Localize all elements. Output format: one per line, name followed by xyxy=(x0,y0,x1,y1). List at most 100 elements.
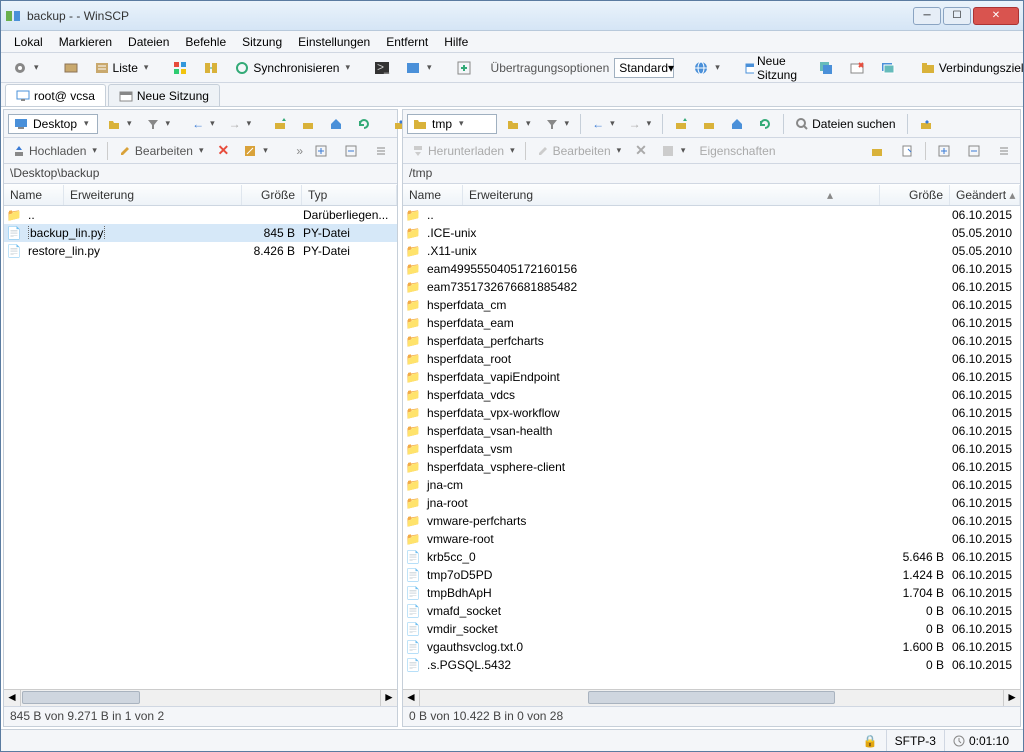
local-up-button[interactable] xyxy=(268,113,292,135)
sessions-list-button[interactable] xyxy=(875,57,901,79)
expand-icon[interactable]: » xyxy=(296,144,303,158)
local-filter-button[interactable] xyxy=(141,113,176,135)
remote-edit-button[interactable]: Bearbeiten xyxy=(532,143,626,159)
menu-sitzung[interactable]: Sitzung xyxy=(235,32,289,52)
folder-row[interactable]: 📁hsperfdata_eam06.10.2015 xyxy=(403,314,1020,332)
remote-rename-button[interactable] xyxy=(657,143,690,159)
folder-row[interactable]: 📁.X11-unix05.05.2010 xyxy=(403,242,1020,260)
folder-row[interactable]: 📁hsperfdata_vdcs06.10.2015 xyxy=(403,386,1020,404)
remote-newlink-button[interactable] xyxy=(895,140,919,162)
local-hscroll[interactable]: ◄► xyxy=(4,689,397,706)
verbindungsziele-button[interactable]: Verbindungsziele xyxy=(915,57,1024,79)
folder-row[interactable]: 📁hsperfdata_vsm06.10.2015 xyxy=(403,440,1020,458)
remote-list-toggle[interactable] xyxy=(992,140,1016,162)
local-props-button[interactable] xyxy=(239,143,272,159)
menu-befehle[interactable]: Befehle xyxy=(178,32,233,52)
queue-button[interactable] xyxy=(451,57,477,79)
remote-file-list[interactable]: 📁 .. 06.10.2015 📁.ICE-unix05.05.2010📁.X1… xyxy=(403,206,1020,689)
globe-button[interactable] xyxy=(688,57,725,79)
local-delete-button[interactable]: ✕ xyxy=(213,141,233,160)
folder-row[interactable]: 📁jna-root06.10.2015 xyxy=(403,494,1020,512)
menu-hilfe[interactable]: Hilfe xyxy=(437,32,475,52)
folder-row[interactable]: 📁hsperfdata_vpx-workflow06.10.2015 xyxy=(403,404,1020,422)
folder-row[interactable]: 📁.ICE-unix05.05.2010 xyxy=(403,224,1020,242)
file-row[interactable]: 📄backup_lin.py845 BPY-Datei xyxy=(4,224,397,242)
remote-bookmark-button[interactable] xyxy=(914,113,938,135)
console-button[interactable]: >_ xyxy=(369,57,395,79)
menu-dateien[interactable]: Dateien xyxy=(121,32,176,52)
folder-row[interactable]: 📁vmware-perfcharts06.10.2015 xyxy=(403,512,1020,530)
remote-refresh-button[interactable] xyxy=(753,113,777,135)
tab-session[interactable]: root@ vcsa xyxy=(5,84,106,106)
local-file-list[interactable]: 📁 .. Darüberliegen... 📄backup_lin.py845 … xyxy=(4,206,397,689)
local-fwd-button[interactable]: → xyxy=(224,113,257,135)
terminal-button[interactable] xyxy=(400,57,437,79)
remote-hscroll[interactable]: ◄► xyxy=(403,689,1020,706)
transfer-preset-select[interactable]: Standard▾ xyxy=(614,58,674,78)
menu-markieren[interactable]: Markieren xyxy=(52,32,119,52)
local-edit-button[interactable]: Bearbeiten xyxy=(114,143,208,159)
remote-open-button[interactable] xyxy=(501,113,536,135)
dup-session-button[interactable] xyxy=(813,57,839,79)
folder-row[interactable]: 📁eam499555040517216015606.10.2015 xyxy=(403,260,1020,278)
file-row[interactable]: 📄vmdir_socket0 B06.10.2015 xyxy=(403,620,1020,638)
folder-row[interactable]: 📁hsperfdata_vsan-health06.10.2015 xyxy=(403,422,1020,440)
maximize-button[interactable]: ☐ xyxy=(943,7,971,25)
parent-dir-row[interactable]: 📁 .. 06.10.2015 xyxy=(403,206,1020,224)
remote-plus-button[interactable] xyxy=(932,140,956,162)
local-refresh-button[interactable] xyxy=(352,113,376,135)
remote-root-button[interactable] xyxy=(697,113,721,135)
folder-row[interactable]: 📁eam735173267668188548206.10.2015 xyxy=(403,278,1020,296)
remote-list-header[interactable]: Name Erweiterung▴ Größe Geändert ▴ xyxy=(403,184,1020,206)
local-root-button[interactable] xyxy=(296,113,320,135)
minimize-button[interactable]: ─ xyxy=(913,7,941,25)
compare-button[interactable] xyxy=(198,57,224,79)
folder-row[interactable]: 📁hsperfdata_perfcharts06.10.2015 xyxy=(403,332,1020,350)
liste-button[interactable]: Liste xyxy=(89,57,154,79)
file-row[interactable]: 📄krb5cc_05.646 B06.10.2015 xyxy=(403,548,1020,566)
remote-minus-button[interactable] xyxy=(962,140,986,162)
folder-row[interactable]: 📁jna-cm06.10.2015 xyxy=(403,476,1020,494)
local-list-header[interactable]: Name Erweiterung Größe Typ xyxy=(4,184,397,206)
remote-delete-button[interactable]: ✕ xyxy=(631,141,651,160)
folder-row[interactable]: 📁hsperfdata_cm06.10.2015 xyxy=(403,296,1020,314)
neue-sitzung-button[interactable]: Neue Sitzung xyxy=(739,57,808,79)
remote-props-button[interactable]: Eigenschaften xyxy=(695,143,779,159)
folder-row[interactable]: 📁hsperfdata_vapiEndpoint06.10.2015 xyxy=(403,368,1020,386)
folder-row[interactable]: 📁hsperfdata_root06.10.2015 xyxy=(403,350,1020,368)
file-row[interactable]: 📄vmafd_socket0 B06.10.2015 xyxy=(403,602,1020,620)
select-all-button[interactable] xyxy=(167,57,193,79)
download-button[interactable]: Herunterladen xyxy=(407,143,519,159)
local-plus-button[interactable] xyxy=(309,140,333,162)
file-row[interactable]: 📄tmpBdhApH1.704 B06.10.2015 xyxy=(403,584,1020,602)
remote-newfolder-button[interactable] xyxy=(865,140,889,162)
remote-home-button[interactable] xyxy=(725,113,749,135)
file-row[interactable]: 📄restore_lin.py8.426 BPY-Datei xyxy=(4,242,397,260)
close-session-button[interactable] xyxy=(844,57,870,79)
menu-lokal[interactable]: Lokal xyxy=(7,32,50,52)
close-button[interactable]: ✕ xyxy=(973,7,1019,25)
file-row[interactable]: 📄.s.PGSQL.54320 B06.10.2015 xyxy=(403,656,1020,674)
upload-button[interactable]: Hochladen xyxy=(8,143,101,159)
local-open-button[interactable] xyxy=(102,113,137,135)
local-minus-button[interactable] xyxy=(339,140,363,162)
file-row[interactable]: 📄tmp7oD5PD1.424 B06.10.2015 xyxy=(403,566,1020,584)
file-row[interactable]: 📄vgauthsvclog.txt.01.600 B06.10.2015 xyxy=(403,638,1020,656)
sync-button[interactable]: Synchronisieren xyxy=(229,57,355,79)
remote-back-button[interactable]: ← xyxy=(587,113,620,135)
local-home-button[interactable] xyxy=(324,113,348,135)
local-drive-select[interactable]: Desktop xyxy=(8,114,98,134)
tab-new-session[interactable]: Neue Sitzung xyxy=(108,84,220,106)
remote-filter-button[interactable] xyxy=(540,113,575,135)
folder-row[interactable]: 📁vmware-root06.10.2015 xyxy=(403,530,1020,548)
local-list-toggle[interactable] xyxy=(369,140,393,162)
remote-drive-select[interactable]: tmp xyxy=(407,114,497,134)
remote-up-button[interactable] xyxy=(669,113,693,135)
remote-find-button[interactable]: Dateien suchen xyxy=(790,113,900,135)
remote-fwd-button[interactable]: → xyxy=(624,113,657,135)
menu-entfernt[interactable]: Entfernt xyxy=(379,32,435,52)
parent-dir-row[interactable]: 📁 .. Darüberliegen... xyxy=(4,206,397,224)
gear-button[interactable] xyxy=(7,57,44,79)
folder-row[interactable]: 📁hsperfdata_vsphere-client06.10.2015 xyxy=(403,458,1020,476)
menu-einstellungen[interactable]: Einstellungen xyxy=(291,32,377,52)
